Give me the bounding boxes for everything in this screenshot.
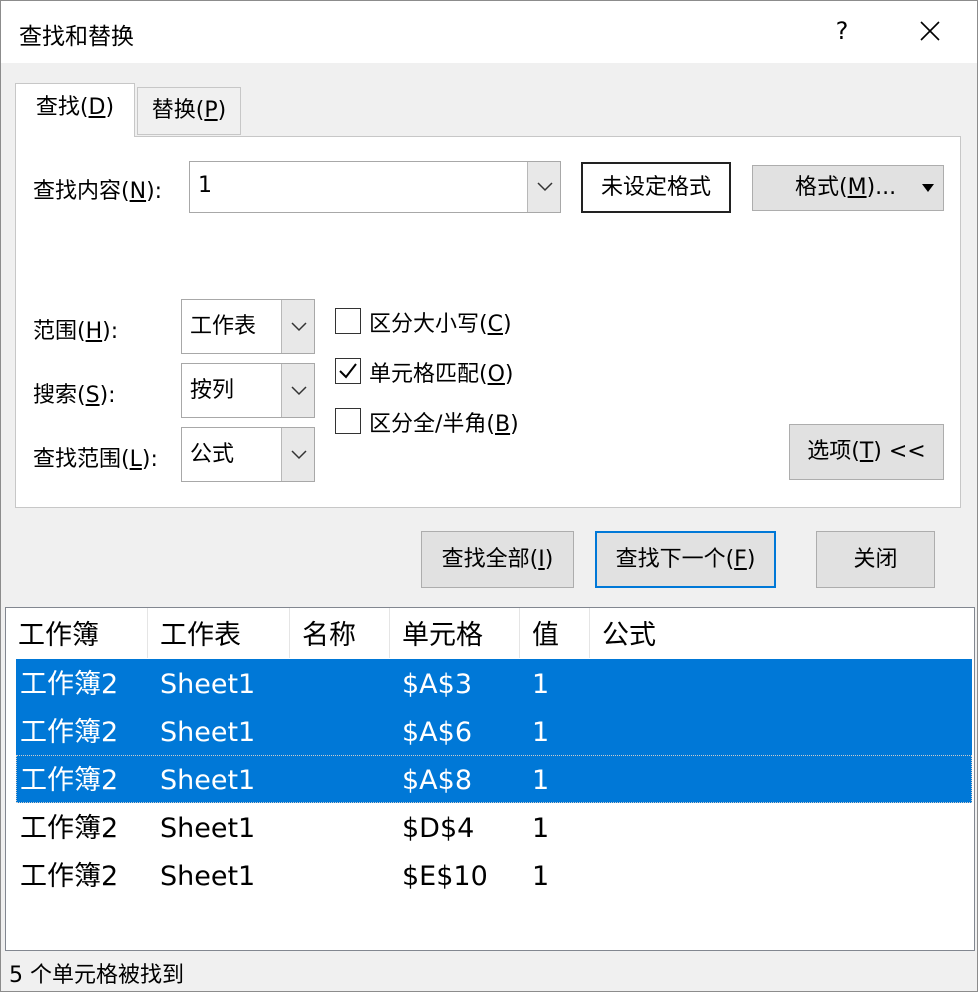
tab-replace-label: 替换(P) — [151, 98, 227, 123]
table-row[interactable]: 工作簿2 Sheet1 $A$8 1 — [16, 755, 972, 803]
results-list[interactable]: 工作簿 工作表 名称 单元格 值 公式 工作簿2 Sheet1 $A$3 1 工… — [5, 607, 975, 951]
cell-value: 1 — [532, 861, 550, 892]
close-window-button[interactable] — [907, 11, 953, 51]
close-icon — [920, 21, 940, 41]
look-in-dropdown-button[interactable] — [281, 428, 314, 481]
search-order-select[interactable]: 按列 — [181, 363, 315, 418]
match-entire-cell-checkbox[interactable] — [335, 358, 361, 384]
find-replace-dialog: 查找和替换 ? 查找(D) 替换(P) 查找内容(N): 1 未设定格式 格式(… — [0, 0, 978, 992]
chevron-down-icon — [291, 449, 307, 459]
format-button[interactable]: 格式(M)... — [752, 165, 944, 211]
title-bar: 查找和替换 ? — [1, 1, 977, 63]
match-byte-checkbox[interactable] — [335, 408, 361, 434]
cell-value: 1 — [532, 813, 550, 844]
match-byte-label[interactable]: 区分全/半角(B) — [369, 406, 519, 438]
table-row[interactable]: 工作簿2 Sheet1 $D$4 1 — [16, 803, 972, 851]
cell-sheet: Sheet1 — [160, 669, 256, 700]
cell-sheet: Sheet1 — [160, 813, 256, 844]
tab-find-label: 查找(D) — [35, 95, 115, 120]
column-header-cell[interactable]: 单元格 — [390, 608, 520, 658]
match-entire-cell-label[interactable]: 单元格匹配(O) — [369, 356, 514, 388]
cell-sheet: Sheet1 — [160, 765, 256, 796]
look-in-label: 查找范围(L): — [33, 447, 158, 472]
dropdown-arrow-icon[interactable] — [921, 183, 935, 193]
search-label: 搜索(S): — [33, 383, 116, 408]
cell-value: 1 — [532, 669, 550, 700]
window-title: 查找和替换 — [19, 24, 134, 50]
cell-address: $A$8 — [402, 765, 473, 796]
find-next-button[interactable]: 查找下一个(F) — [595, 531, 776, 588]
table-row[interactable]: 工作簿2 Sheet1 $A$3 1 — [16, 659, 972, 707]
cell-address: $E$10 — [402, 861, 488, 892]
options-button[interactable]: 选项(T) << — [789, 424, 944, 480]
match-case-checkbox[interactable] — [335, 308, 361, 334]
within-label: 范围(H): — [33, 319, 119, 344]
find-what-dropdown-button[interactable] — [527, 162, 560, 212]
table-row[interactable]: 工作簿2 Sheet1 $E$10 1 — [16, 851, 972, 899]
find-all-button[interactable]: 查找全部(I) — [421, 531, 574, 588]
cell-value: 1 — [532, 717, 550, 748]
tab-replace[interactable]: 替换(P) — [137, 87, 241, 135]
within-dropdown-button[interactable] — [281, 300, 314, 353]
match-case-label[interactable]: 区分大小写(C) — [369, 306, 512, 338]
look-in-select[interactable]: 公式 — [181, 427, 315, 482]
chevron-down-icon — [291, 321, 307, 331]
cell-workbook: 工作簿2 — [20, 717, 119, 748]
close-button[interactable]: 关闭 — [816, 531, 935, 588]
cell-workbook: 工作簿2 — [20, 669, 119, 700]
column-header-formula[interactable]: 公式 — [590, 608, 974, 658]
within-value: 工作表 — [190, 314, 257, 339]
search-order-value: 按列 — [190, 378, 235, 403]
column-header-value[interactable]: 值 — [520, 608, 590, 658]
find-what-label: 查找内容(N): — [33, 179, 163, 204]
status-bar: 5 个单元格被找到 — [1, 951, 977, 991]
cell-workbook: 工作簿2 — [20, 813, 119, 844]
column-header-sheet[interactable]: 工作表 — [148, 608, 290, 658]
within-select[interactable]: 工作表 — [181, 299, 315, 354]
tab-find[interactable]: 查找(D) — [15, 83, 135, 137]
find-what-combobox[interactable]: 1 — [189, 161, 561, 213]
cell-workbook: 工作簿2 — [20, 765, 119, 796]
chevron-down-icon — [537, 182, 553, 192]
cell-sheet: Sheet1 — [160, 717, 256, 748]
cell-workbook: 工作簿2 — [20, 861, 119, 892]
column-header-name[interactable]: 名称 — [290, 608, 390, 658]
cell-address: $D$4 — [402, 813, 475, 844]
cell-address: $A$6 — [402, 717, 473, 748]
checkmark-icon — [339, 363, 357, 379]
format-preview: 未设定格式 — [581, 162, 731, 213]
look-in-value: 公式 — [190, 442, 235, 467]
search-order-dropdown-button[interactable] — [281, 364, 314, 417]
help-button[interactable]: ? — [827, 11, 857, 51]
cell-sheet: Sheet1 — [160, 861, 256, 892]
cell-value: 1 — [532, 765, 550, 796]
cell-address: $A$3 — [402, 669, 473, 700]
chevron-down-icon — [291, 385, 307, 395]
status-text: 5 个单元格被找到 — [9, 963, 184, 988]
find-what-input[interactable]: 1 — [198, 162, 212, 210]
table-row[interactable]: 工作簿2 Sheet1 $A$6 1 — [16, 707, 972, 755]
column-header-workbook[interactable]: 工作簿 — [6, 608, 148, 658]
